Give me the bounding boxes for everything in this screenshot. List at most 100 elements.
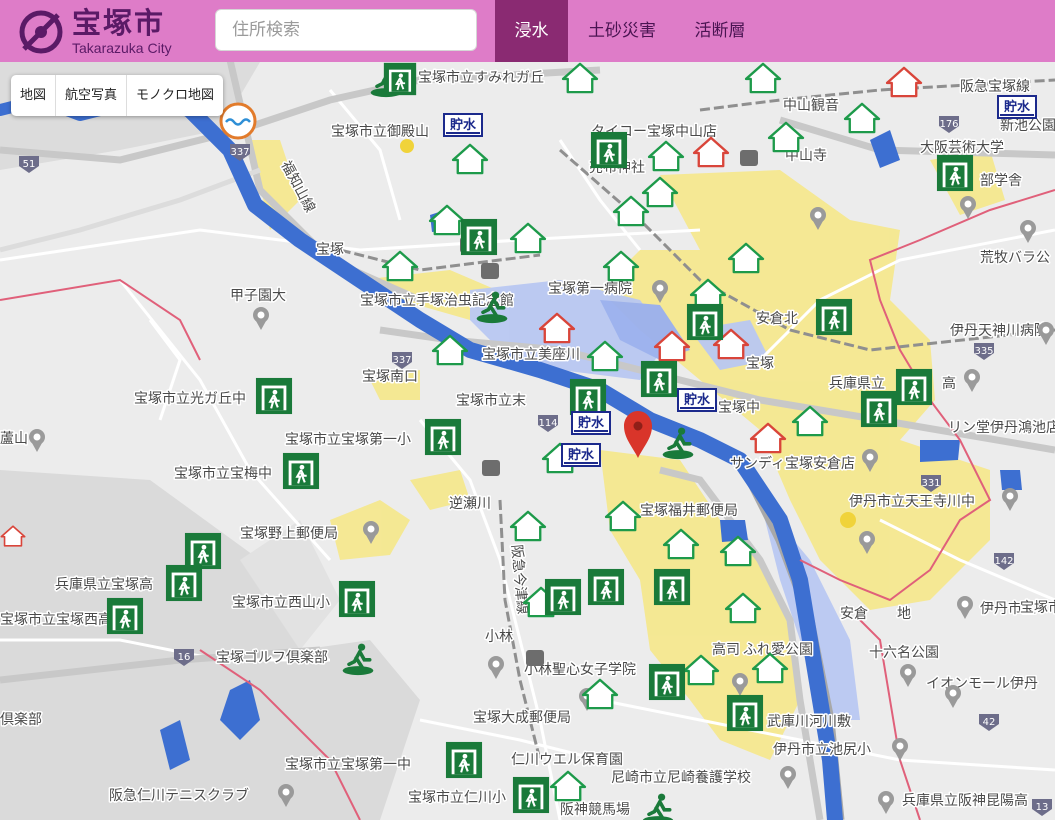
- station-icon[interactable]: [481, 263, 499, 279]
- place-label: 兵庫県立阪神昆陽高: [902, 792, 1028, 809]
- hazard-point[interactable]: [840, 512, 856, 528]
- place-label: 兵庫県立: [829, 375, 885, 392]
- road-number: 51: [23, 159, 36, 170]
- evacuation-shelter-icon[interactable]: [815, 298, 853, 336]
- evacuation-shelter-icon[interactable]: [726, 694, 764, 732]
- place-label: イオンモール伊丹: [926, 676, 1038, 692]
- place-label: 阪急宝塚線: [960, 79, 1030, 95]
- station-icon[interactable]: [482, 460, 500, 476]
- place-label: 兵庫県立宝塚高: [55, 576, 153, 593]
- place-label: 安倉: [840, 606, 868, 622]
- evacuation-shelter-icon[interactable]: [648, 663, 686, 701]
- storage-label: 貯水: [578, 415, 605, 431]
- evacuation-shelter-icon[interactable]: [640, 360, 678, 398]
- road-number: 335: [974, 346, 993, 357]
- evacuation-shelter-icon[interactable]: [460, 218, 498, 256]
- evacuation-shelter-icon[interactable]: [106, 597, 144, 635]
- place-label: 甲子園大: [230, 288, 286, 304]
- place-label: 宝塚市立西山小: [232, 594, 330, 611]
- place-label: 地: [897, 606, 911, 622]
- place-label: 伊丹市立池尻小: [773, 741, 871, 758]
- place-label: 阪急仁川テニスクラブ: [109, 787, 249, 804]
- city-name-english: Takarazuka City: [72, 40, 172, 56]
- water-storage-badge[interactable]: 貯水: [561, 443, 601, 467]
- place-label: 十六名公園: [869, 645, 939, 661]
- place-label: 阪神競馬場: [560, 802, 630, 818]
- place-label: 武庫川河川敷: [767, 713, 851, 730]
- water-storage-badge[interactable]: 貯水: [997, 95, 1037, 119]
- road-number: 42: [983, 717, 996, 728]
- evacuation-shelter-icon[interactable]: [338, 580, 376, 618]
- evacuation-shelter-icon[interactable]: [445, 741, 483, 779]
- evacuation-shelter-icon[interactable]: [544, 578, 582, 616]
- city-logo[interactable]: 宝塚市 Takarazuka City: [14, 6, 189, 58]
- place-label: 宝塚市立仁川小: [408, 789, 506, 806]
- place-label: 荒牧バラ公: [980, 250, 1050, 266]
- basemap-standard-button[interactable]: 地図: [11, 75, 57, 116]
- basemap-aerial-button[interactable]: 航空写真: [56, 75, 128, 116]
- place-label: 中山観音: [783, 97, 839, 114]
- evacuation-shelter-icon[interactable]: [587, 568, 625, 606]
- evacuation-shelter-icon[interactable]: [653, 568, 691, 606]
- place-label: 蘆山: [0, 431, 28, 447]
- place-label: 伊丹市立天王寺川中: [849, 493, 975, 510]
- tab-active-fault[interactable]: 活断層: [680, 0, 760, 62]
- place-label: 宝塚市立宝塚西高: [0, 611, 112, 628]
- water-storage-badge[interactable]: 貯水: [677, 388, 717, 412]
- place-label: 宝塚: [316, 242, 344, 258]
- place-label: サンディ宝塚安倉店: [730, 455, 855, 472]
- station-icon[interactable]: [526, 650, 544, 666]
- place-label: 伊丹天神川病院: [950, 323, 1048, 339]
- place-label: 小林: [485, 629, 513, 645]
- evacuation-shelter-icon[interactable]: [936, 154, 974, 192]
- evacuation-shelter-icon[interactable]: [512, 776, 550, 814]
- evacuation-shelter-icon[interactable]: [424, 418, 462, 456]
- water-storage-badge[interactable]: 貯水: [571, 411, 611, 435]
- water-storage-badge[interactable]: 貯水: [443, 113, 483, 137]
- road-number: 142: [994, 556, 1013, 567]
- place-label: 宝塚市立宝梅中: [174, 465, 272, 482]
- evacuation-shelter-icon[interactable]: [184, 532, 222, 570]
- evacuation-shelter-icon[interactable]: [255, 377, 293, 415]
- evacuation-shelter-icon[interactable]: [895, 368, 933, 406]
- place-label: 高: [942, 375, 956, 392]
- place-label: 宝塚大成郵便局: [473, 710, 571, 726]
- place-label: 宝塚中: [718, 400, 760, 416]
- evacuation-shelter-icon[interactable]: [860, 390, 898, 428]
- place-label: 高司: [712, 641, 740, 658]
- place-label: 部学舎: [980, 173, 1022, 189]
- place-label: 宝塚市立高: [1020, 599, 1055, 616]
- evacuation-shelter-icon[interactable]: [282, 452, 320, 490]
- evacuation-shelter-icon[interactable]: [165, 564, 203, 602]
- road-number: 337: [230, 147, 249, 158]
- water-facility-marker[interactable]: [219, 102, 257, 140]
- tab-flood[interactable]: 浸水: [495, 0, 568, 62]
- station-icon[interactable]: [740, 150, 758, 166]
- address-search-input[interactable]: [215, 9, 477, 51]
- place-label: 宝塚市立宝塚第一中: [285, 756, 411, 773]
- place-label: 宝塚市立すみれガ丘: [418, 69, 544, 86]
- place-label: 仁川ウエル保育園: [511, 752, 623, 768]
- place-label: 宝塚市立御殿山: [331, 123, 429, 140]
- place-label: ふれ愛公園: [743, 642, 813, 658]
- evacuation-shelter-icon[interactable]: [686, 303, 724, 341]
- evacuation-shelter-icon[interactable]: [569, 378, 607, 416]
- basemap-toggle: 地図 航空写真 モノクロ地図: [11, 75, 224, 116]
- evacuation-shelter-icon[interactable]: [590, 131, 628, 169]
- place-label: 尼崎市立尼崎養護学校: [611, 769, 751, 786]
- basemap-mono-button[interactable]: モノクロ地図: [127, 75, 223, 116]
- place-label: 宝塚ゴルフ倶楽部: [216, 649, 328, 666]
- place-label: 倶楽部: [0, 712, 42, 728]
- place-label: 宝塚野上郵便局: [240, 526, 338, 542]
- place-label: 宝塚市立美座川: [482, 346, 580, 363]
- hazard-map[interactable]: 51 337 176 337 114 335 331 142 16 42 13 …: [0, 62, 1055, 820]
- map-canvas[interactable]: 51 337 176 337 114 335 331 142 16 42 13 …: [0, 62, 1055, 820]
- place-label: 宝塚: [746, 356, 774, 372]
- hazard-point[interactable]: [400, 139, 414, 153]
- tab-landslide[interactable]: 土砂災害: [572, 0, 672, 62]
- place-label: 宝塚市立光ガ丘中: [134, 390, 246, 407]
- evacuation-shelter-icon[interactable]: [382, 62, 418, 96]
- storage-label: 貯水: [450, 117, 477, 133]
- road-number: 13: [1036, 802, 1049, 813]
- app-header: 宝塚市 Takarazuka City 浸水 土砂災害 活断層: [0, 0, 1055, 62]
